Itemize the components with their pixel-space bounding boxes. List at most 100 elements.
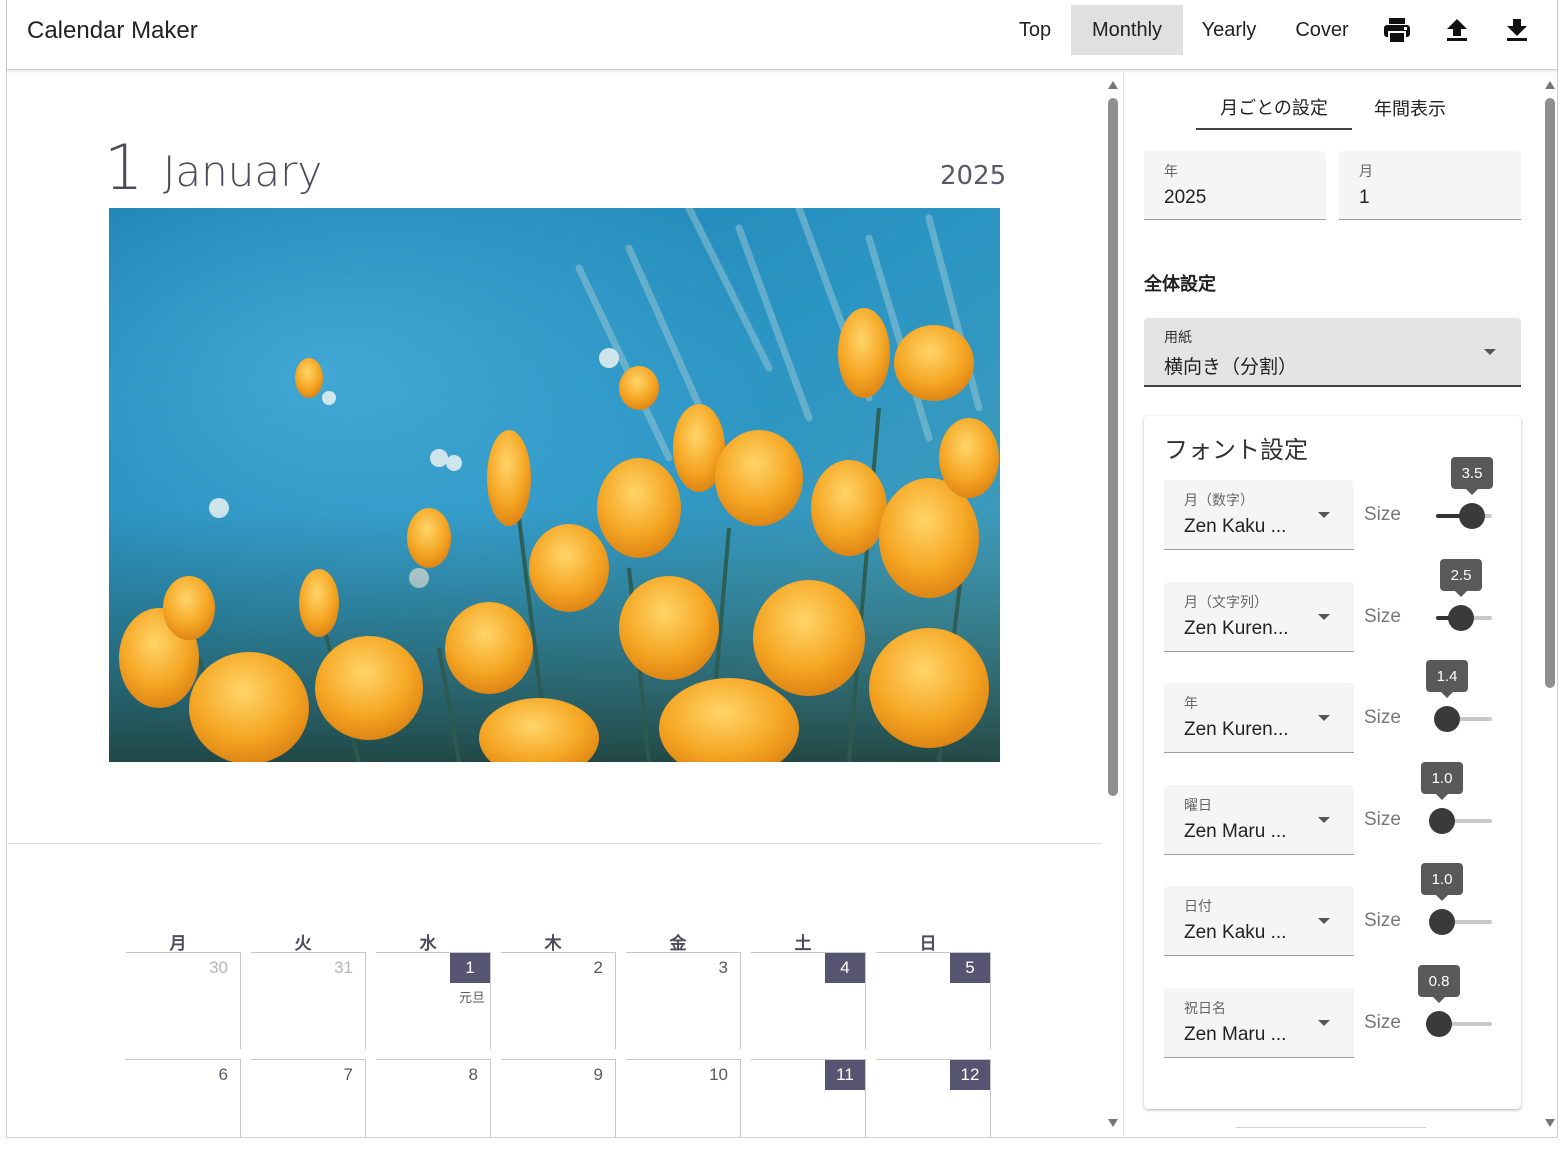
scroll-down-arrow-icon[interactable] (1545, 1119, 1555, 1127)
slider-thumb[interactable] (1426, 1011, 1452, 1037)
year-field[interactable]: 年 2025 (1144, 151, 1326, 220)
font-select-value: Zen Kuren... (1184, 719, 1289, 740)
day-number: 10 (709, 1065, 728, 1084)
font-select-value: Zen Kuren... (1184, 618, 1289, 639)
font-row: 月（文字列） Zen Kuren... Size 2.5 (1144, 559, 1521, 654)
weekday-label: 土 (794, 934, 812, 953)
font-settings-title: フォント設定 (1164, 436, 1308, 464)
paper-select[interactable]: 用紙 横向き（分割） (1144, 318, 1521, 387)
slider-thumb[interactable] (1448, 605, 1474, 631)
bottom-border (7, 1137, 1557, 1138)
chevron-down-icon (1318, 918, 1330, 924)
chevron-down-icon (1484, 349, 1496, 355)
font-select[interactable]: 祝日名 Zen Maru ... (1164, 988, 1354, 1058)
font-row: 月（数字） Zen Kaku ... Size 3.5 (1144, 457, 1521, 552)
day-number: 31 (334, 958, 353, 977)
chevron-down-icon (1318, 512, 1330, 518)
scroll-up-arrow-icon[interactable] (1108, 81, 1118, 89)
day-cell: 31 (251, 952, 366, 1049)
size-label: Size (1364, 504, 1401, 525)
nav-cover[interactable]: Cover (1283, 5, 1361, 55)
font-select[interactable]: 月（数字） Zen Kaku ... (1164, 480, 1354, 550)
weekday-label: 火 (294, 934, 312, 953)
font-select-label: 曜日 (1184, 797, 1212, 813)
paper-select-label: 用紙 (1164, 329, 1192, 345)
chevron-down-icon (1318, 1020, 1330, 1026)
day-cell: 30 (126, 952, 241, 1049)
size-label: Size (1364, 910, 1401, 931)
year-field-value[interactable]: 2025 (1164, 187, 1206, 209)
print-button[interactable] (1379, 12, 1415, 48)
font-row: 曜日 Zen Maru ... Size 1.0 (1144, 762, 1521, 857)
font-select[interactable]: 月（文字列） Zen Kuren... (1164, 582, 1354, 652)
settings-scrollbar-thumb[interactable] (1545, 98, 1555, 688)
size-label: Size (1364, 606, 1401, 627)
font-select[interactable]: 日付 Zen Kaku ... (1164, 886, 1354, 956)
day-number: 5 (950, 953, 990, 983)
weekday-label: 月 (169, 934, 187, 953)
font-select-value: Zen Maru ... (1184, 1024, 1287, 1045)
scroll-up-arrow-icon[interactable] (1545, 81, 1555, 89)
day-cell: 7 (251, 1059, 366, 1137)
chevron-down-icon (1318, 715, 1330, 721)
slider-thumb[interactable] (1429, 808, 1455, 834)
slider-value-bubble: 0.8 (1418, 965, 1460, 1003)
scroll-down-arrow-icon[interactable] (1108, 1119, 1118, 1127)
nav-top[interactable]: Top (1007, 5, 1063, 55)
day-number: 6 (218, 1065, 228, 1084)
size-label: Size (1364, 707, 1401, 728)
font-select-value: Zen Maru ... (1184, 821, 1287, 842)
slider-value-bubble: 2.5 (1440, 559, 1482, 597)
month-field-value[interactable]: 1 (1359, 187, 1370, 209)
size-slider[interactable]: 0.8 (1418, 965, 1492, 1037)
month-name: January (163, 147, 323, 196)
font-select-label: 月（数字） (1184, 492, 1254, 508)
month-field[interactable]: 月 1 (1339, 151, 1521, 220)
font-select-label: 祝日名 (1184, 1000, 1226, 1016)
slider-thumb[interactable] (1429, 909, 1455, 935)
download-button[interactable] (1499, 12, 1535, 48)
print-icon (1384, 18, 1410, 43)
font-row: 年 Zen Kuren... Size 1.4 (1144, 660, 1521, 755)
month-field-label: 月 (1359, 163, 1373, 179)
size-label: Size (1364, 809, 1401, 830)
preview-divider (8, 843, 1102, 844)
year-field-label: 年 (1164, 163, 1178, 179)
nav-monthly[interactable]: Monthly (1071, 5, 1183, 55)
month-number: 1 (104, 131, 144, 204)
day-number: 11 (825, 1060, 865, 1090)
font-select[interactable]: 年 Zen Kuren... (1164, 683, 1354, 753)
size-slider[interactable]: 3.5 (1436, 457, 1493, 529)
day-cell: 4 (751, 952, 866, 1049)
font-settings-card: フォント設定 月（数字） Zen Kaku ... Size 3.5 月（文字列… (1144, 416, 1521, 1109)
holiday-name: 元旦 (458, 990, 485, 1005)
day-number: 3 (718, 958, 728, 977)
slider-thumb[interactable] (1459, 503, 1485, 529)
panel-bottom-divider (1236, 1127, 1426, 1128)
slider-thumb[interactable] (1434, 706, 1460, 732)
day-number: 7 (343, 1065, 353, 1084)
size-slider[interactable]: 1.0 (1421, 762, 1492, 834)
font-select-label: 日付 (1184, 898, 1212, 914)
font-select[interactable]: 曜日 Zen Maru ... (1164, 785, 1354, 855)
download-icon (1507, 19, 1527, 41)
upload-button[interactable] (1439, 12, 1475, 48)
slider-value-bubble: 3.5 (1451, 457, 1493, 495)
slider-value-bubble: 1.0 (1421, 863, 1463, 901)
day-cell: 3 (626, 952, 741, 1049)
bottom-strip (0, 1138, 1564, 1175)
font-select-value: Zen Kaku ... (1184, 922, 1287, 943)
size-slider[interactable]: 1.4 (1426, 660, 1492, 732)
nav-yearly[interactable]: Yearly (1189, 5, 1269, 55)
tab-yearly-view[interactable]: 年間表示 (1360, 86, 1460, 130)
tab-monthly-settings[interactable]: 月ごとの設定 (1196, 86, 1352, 130)
day-number: 1 (450, 953, 490, 983)
upload-icon (1447, 19, 1467, 41)
preview-scrollbar-thumb[interactable] (1108, 98, 1118, 796)
size-slider[interactable]: 1.0 (1421, 863, 1492, 935)
settings-panel: 月ごとの設定 年間表示 年 2025 月 1 全体設定 用紙 横向き（分割） フ… (1124, 72, 1538, 1136)
day-cell: 1 元旦 (376, 952, 491, 1049)
size-slider[interactable]: 2.5 (1436, 559, 1492, 631)
flower-photo (109, 208, 1000, 762)
app-title: Calendar Maker (27, 17, 198, 44)
